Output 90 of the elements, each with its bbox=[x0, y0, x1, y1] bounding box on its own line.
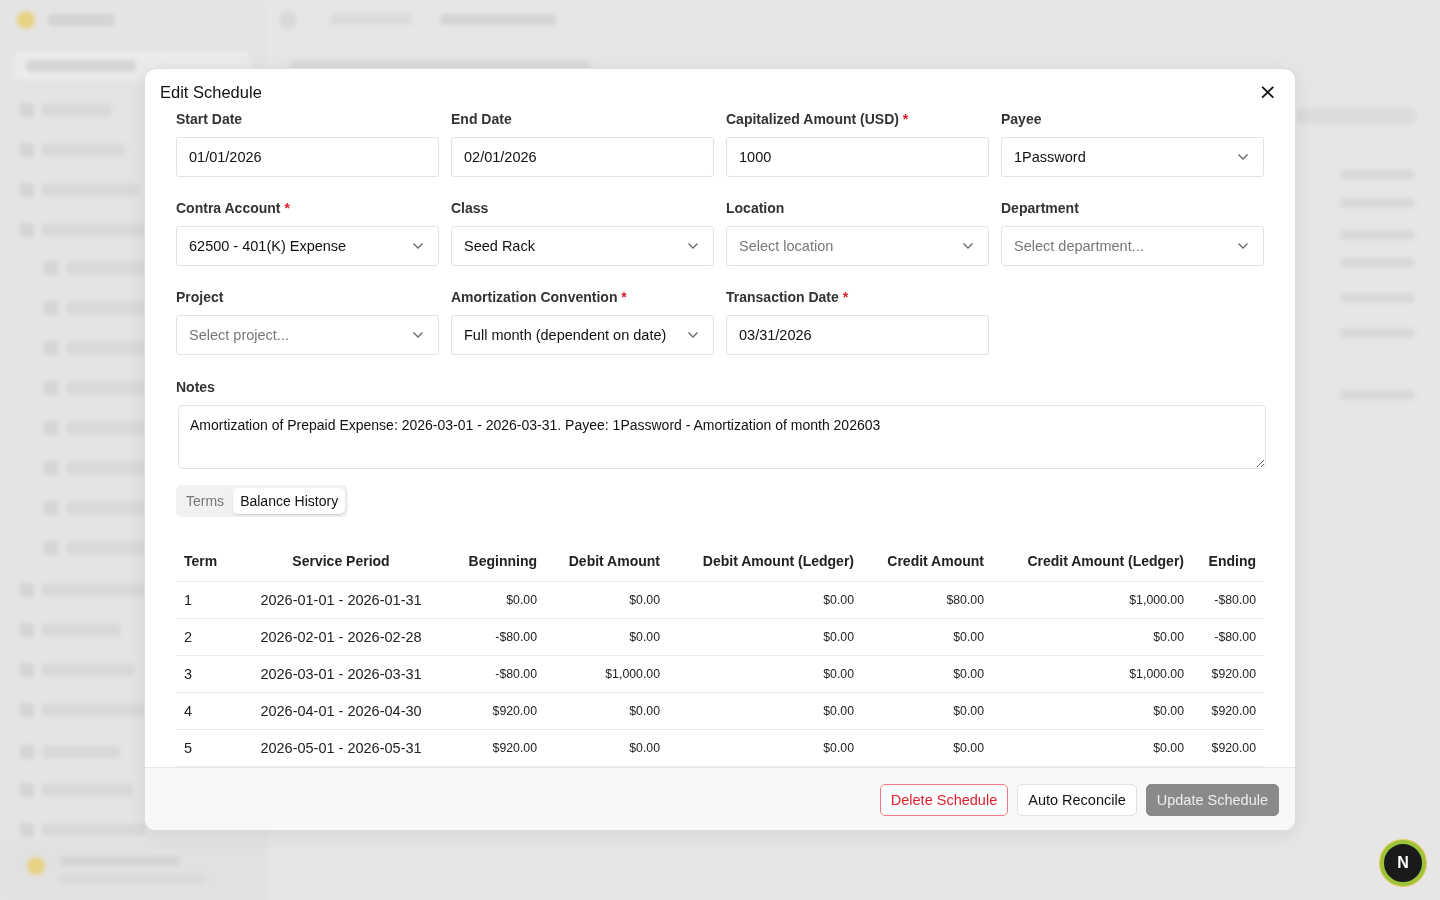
table-cell: 2026-03-01 - 2026-03-31 bbox=[236, 655, 446, 693]
table-cell: $0.00 bbox=[668, 655, 862, 693]
table-cell: $1,000.00 bbox=[992, 655, 1192, 693]
table-cell: $1,000.00 bbox=[545, 655, 668, 693]
field-label: Transaction Date bbox=[726, 289, 839, 305]
action-button[interactable]: Auto Reconcile bbox=[1017, 783, 1137, 816]
chevron-down-icon bbox=[687, 331, 699, 339]
table-cell: $0.00 bbox=[545, 692, 668, 730]
select-field[interactable]: 62500 - 401(K) Expense bbox=[176, 226, 439, 266]
select-field[interactable]: Full month (dependent on date) bbox=[451, 315, 714, 355]
field-label: Amortization Convention bbox=[451, 289, 618, 305]
table-cell: $0.00 bbox=[992, 618, 1192, 656]
table-cell: 3 bbox=[176, 655, 236, 693]
table-cell: $0.00 bbox=[545, 618, 668, 656]
table-cell: $0.00 bbox=[862, 655, 992, 693]
field-label: Project bbox=[176, 289, 224, 305]
chevron-down-icon bbox=[687, 242, 699, 250]
close-button[interactable]: × bbox=[1254, 84, 1281, 100]
required-mark: * bbox=[842, 289, 849, 305]
table-cell: 2026-04-01 - 2026-04-30 bbox=[236, 692, 446, 730]
column-header: Credit Amount bbox=[862, 541, 992, 582]
input-field[interactable]: 1000 bbox=[726, 137, 989, 177]
table-cell: 4 bbox=[176, 692, 236, 730]
action-button[interactable]: Delete Schedule bbox=[879, 783, 1009, 816]
table-cell: -$80.00 bbox=[1192, 581, 1264, 619]
chevron-down-icon bbox=[1237, 242, 1249, 250]
field-label: Payee bbox=[1001, 111, 1042, 127]
field-label: Start Date bbox=[176, 111, 243, 127]
table-cell: $0.00 bbox=[992, 692, 1192, 730]
table-cell: 2026-02-01 - 2026-02-28 bbox=[236, 618, 446, 656]
required-mark: * bbox=[902, 111, 909, 127]
field-label: Location bbox=[726, 200, 785, 216]
table-cell: $920.00 bbox=[1192, 655, 1264, 693]
table-cell: 2026-01-01 - 2026-01-31 bbox=[236, 581, 446, 619]
table-cell: $0.00 bbox=[446, 581, 545, 619]
table-cell: $0.00 bbox=[862, 618, 992, 656]
table-cell: $920.00 bbox=[1192, 729, 1264, 767]
table-cell: $0.00 bbox=[668, 729, 862, 767]
field-label: Capitalized Amount (USD) bbox=[726, 111, 899, 127]
table-cell: $920.00 bbox=[446, 692, 545, 730]
table-cell: 1 bbox=[176, 581, 236, 619]
column-header: Term bbox=[176, 541, 236, 582]
table-cell: -$80.00 bbox=[446, 618, 545, 656]
chevron-down-icon bbox=[412, 242, 424, 250]
table-cell: $0.00 bbox=[668, 581, 862, 619]
chevron-down-icon bbox=[412, 331, 424, 339]
column-header: Ending bbox=[1192, 541, 1264, 582]
column-header: Service Period bbox=[236, 541, 446, 582]
select-field[interactable]: Select project... bbox=[176, 315, 439, 355]
chevron-down-icon bbox=[1237, 153, 1249, 161]
select-field[interactable]: Select department... bbox=[1001, 226, 1264, 266]
table-cell: $80.00 bbox=[862, 581, 992, 619]
table-cell: $0.00 bbox=[545, 729, 668, 767]
table-cell: -$80.00 bbox=[446, 655, 545, 693]
table-cell: 2 bbox=[176, 618, 236, 656]
input-field[interactable]: 03/31/2026 bbox=[726, 315, 989, 355]
column-header: Debit Amount bbox=[545, 541, 668, 582]
notes-field[interactable]: Amortization of Prepaid Expense: 2026-03-01 - 2026-03-31. Payee: 1Password - Amortization of month 202603 bbox=[178, 405, 1266, 469]
select-field[interactable]: Seed Rack bbox=[451, 226, 714, 266]
table-cell: -$80.00 bbox=[1192, 618, 1264, 656]
chevron-down-icon bbox=[962, 242, 974, 250]
column-header: Credit Amount (Ledger) bbox=[992, 541, 1192, 582]
dev-tools-button[interactable]: N bbox=[1380, 840, 1426, 886]
table-cell: $1,000.00 bbox=[992, 581, 1192, 619]
input-field[interactable]: 01/01/2026 bbox=[176, 137, 439, 177]
dialog-title: Edit Schedule bbox=[160, 83, 262, 102]
table-cell: 2026-05-01 - 2026-05-31 bbox=[236, 729, 446, 767]
field-label: Department bbox=[1001, 200, 1079, 216]
field-label: End Date bbox=[451, 111, 512, 127]
select-field[interactable]: Select location bbox=[726, 226, 989, 266]
field-label: Class bbox=[451, 200, 489, 216]
table-cell: $0.00 bbox=[862, 729, 992, 767]
table-cell: $920.00 bbox=[446, 729, 545, 767]
table-cell: $0.00 bbox=[862, 692, 992, 730]
field-label: Notes bbox=[176, 379, 216, 397]
table-cell: $0.00 bbox=[992, 729, 1192, 767]
table-cell: $0.00 bbox=[668, 692, 862, 730]
field-label: Contra Account bbox=[176, 200, 281, 216]
required-mark: * bbox=[621, 289, 627, 305]
select-field[interactable]: 1Password bbox=[1001, 137, 1264, 177]
tab[interactable]: Balance History bbox=[233, 488, 346, 514]
tab[interactable]: Terms bbox=[179, 488, 232, 514]
column-header: Beginning bbox=[446, 541, 545, 582]
table-cell: 5 bbox=[176, 729, 236, 767]
column-header: Debit Amount (Ledger) bbox=[668, 541, 862, 582]
table-cell: $0.00 bbox=[545, 581, 668, 619]
required-mark: * bbox=[284, 200, 290, 216]
table-cell: $0.00 bbox=[668, 618, 862, 656]
input-field[interactable]: 02/01/2026 bbox=[451, 137, 714, 177]
table-cell: $920.00 bbox=[1192, 692, 1264, 730]
